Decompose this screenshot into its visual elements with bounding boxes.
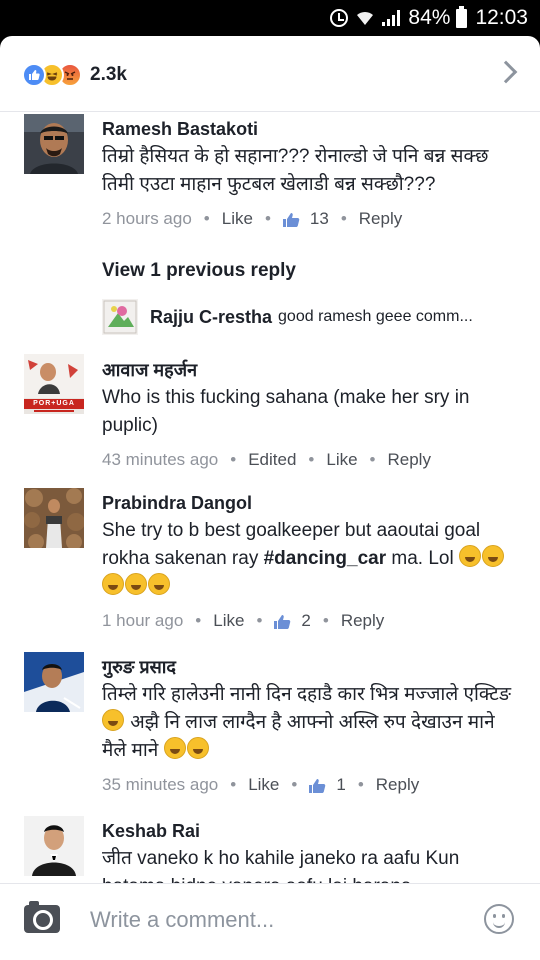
like-count[interactable]: 2: [301, 611, 310, 631]
signal-icon: [382, 10, 401, 26]
avatar[interactable]: [24, 488, 84, 548]
like-button[interactable]: Like: [213, 611, 244, 631]
reply-button[interactable]: Reply: [376, 775, 419, 795]
like-count[interactable]: 1: [336, 775, 345, 795]
thumbs-up-icon: [282, 212, 300, 227]
reply-text: good ramesh geee comm...: [278, 308, 473, 325]
comment-author[interactable]: Ramesh Bastakoti: [102, 117, 524, 141]
grinning-emoji-icon: [186, 737, 209, 759]
thumbs-up-icon: [274, 614, 291, 629]
avatar[interactable]: POR+UGA: [24, 354, 84, 414]
comment-composer: [0, 883, 540, 960]
avatar[interactable]: [24, 816, 84, 876]
laughing-emoji-icon: [125, 573, 147, 595]
wifi-icon: [356, 10, 374, 26]
laughing-emoji-icon: [148, 573, 170, 595]
avatar[interactable]: [24, 114, 84, 174]
reaction-summary[interactable]: 2.3k: [22, 63, 127, 87]
reply-button[interactable]: Reply: [388, 450, 431, 470]
avatar-banner-text: POR+UGA: [33, 400, 75, 407]
comment-time[interactable]: 43 minutes ago: [102, 450, 218, 470]
comment-text: Who is this fucking sahana (make her sry…: [102, 387, 470, 436]
like-button[interactable]: Like: [248, 775, 279, 795]
like-icon: [22, 63, 46, 87]
comment-meta: 1 hour ago • Like • 2 • Reply: [102, 611, 385, 631]
comment-meta: 35 minutes ago • Like • 1 • Reply: [102, 775, 420, 795]
comment-meta: 43 minutes ago • Edited • Like • Reply: [102, 450, 431, 470]
view-previous-replies[interactable]: View 1 previous reply: [102, 260, 296, 282]
comments-panel: 2.3k Ramesh Bastakoti तिम्रो हैसियत के ह…: [0, 36, 540, 960]
laughing-emoji-icon: [458, 545, 481, 567]
comment-text: तिम्ले गरि हालेउनी नानी दिन दहाडै कार भि…: [102, 684, 511, 761]
comment-text: तिम्रो हैसियत के हो सहाना??? रोनाल्डो जे…: [102, 146, 489, 195]
comment-text: She try to b best goalkeeper but aaoutai…: [102, 517, 524, 601]
comment-time[interactable]: 2 hours ago: [102, 209, 192, 229]
like-button[interactable]: Like: [326, 450, 357, 470]
hashtag-link[interactable]: #dancing_car: [264, 548, 387, 569]
reply-button[interactable]: Reply: [359, 209, 402, 229]
clock: 12:03: [475, 6, 528, 29]
battery-icon: [456, 5, 468, 28]
comment-meta: 2 hours ago • Like • 13 • Reply: [102, 209, 403, 229]
edited-label[interactable]: Edited: [248, 450, 296, 470]
comment-input[interactable]: [90, 904, 450, 936]
reply-button[interactable]: Reply: [341, 611, 384, 631]
reactions-bar[interactable]: 2.3k: [0, 36, 540, 112]
emoji-picker-icon[interactable]: [484, 904, 514, 934]
like-button[interactable]: Like: [222, 209, 253, 229]
comment-author[interactable]: आवाज महर्जन: [102, 358, 524, 382]
comment-list[interactable]: Ramesh Bastakoti तिम्रो हैसियत के हो सहा…: [0, 113, 540, 883]
camera-icon[interactable]: [24, 901, 60, 933]
alarm-icon: [330, 9, 349, 27]
reply-author[interactable]: Rajju C-restha: [150, 307, 272, 328]
comment-author[interactable]: Keshab Rai: [102, 819, 524, 843]
avatar[interactable]: [24, 652, 84, 712]
reply-preview[interactable]: Rajju C-restha good ramesh geee comm...: [102, 298, 522, 336]
like-count[interactable]: 13: [310, 209, 329, 229]
grinning-emoji-icon: [163, 737, 186, 759]
comment-time[interactable]: 1 hour ago: [102, 611, 183, 631]
comment-author[interactable]: Prabindra Dangol: [102, 491, 524, 515]
reaction-count: 2.3k: [90, 64, 127, 85]
battery-percent: 84%: [408, 6, 451, 29]
laughing-emoji-icon: [481, 545, 504, 567]
thumbs-up-icon: [309, 778, 326, 793]
status-bar: 84% 12:03: [0, 0, 540, 36]
avatar[interactable]: [102, 299, 138, 335]
comment-text: जीत vaneko k ho kahile janeko ra aafu Ku…: [102, 848, 460, 883]
comment-author[interactable]: गुरुङ प्रसाद: [102, 655, 524, 679]
chevron-right-icon[interactable]: [494, 60, 518, 84]
winking-emoji-icon: [102, 709, 124, 731]
comment-time[interactable]: 35 minutes ago: [102, 775, 218, 795]
laughing-emoji-icon: [102, 573, 124, 595]
